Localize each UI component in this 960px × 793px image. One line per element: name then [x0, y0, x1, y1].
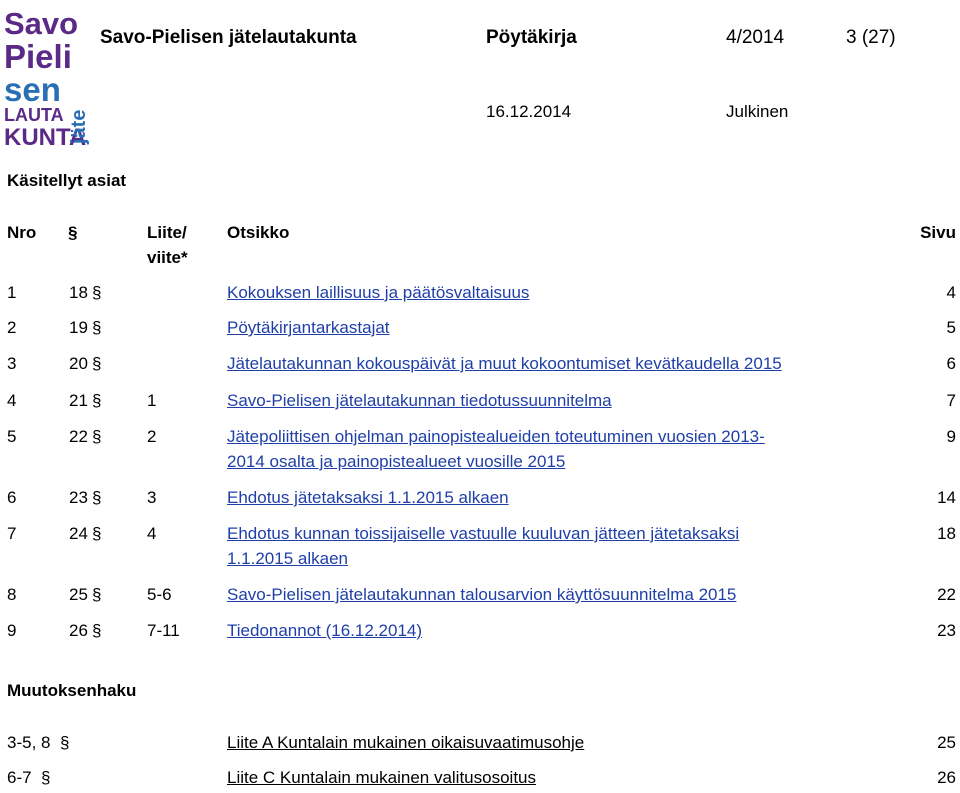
item-paragraph: 19 [69, 318, 88, 337]
item-number: 9 [7, 621, 17, 640]
table-row: 2 19 § Pöytäkirjantarkastajat 5 [0, 316, 960, 340]
publicity-status: Julkinen [726, 102, 789, 121]
appeal-page: 25 [937, 733, 956, 752]
logo-line-3: sen [4, 71, 61, 108]
paragraph-sign: § [92, 621, 102, 640]
page-count: 3 (27) [846, 27, 896, 48]
logo-line-2: Pieli [4, 38, 72, 75]
table-row: 5 22 § 2 Jätepoliittisen ohjelman painop… [0, 425, 960, 475]
item-paragraph: 20 [69, 354, 88, 373]
item-number: 4 [7, 391, 17, 410]
item-page: 9 [946, 427, 956, 446]
item-number: 5 [7, 427, 17, 446]
column-header-nro: Nro [7, 223, 37, 242]
table-row: 1 18 § Kokouksen laillisuus ja päätösval… [0, 281, 960, 305]
item-paragraph: 26 [69, 621, 88, 640]
section-heading-handled: Käsitellyt asiat [7, 171, 127, 190]
table-row: 4 21 § 1 Savo-Pielisen jätelautakunnan t… [0, 389, 960, 413]
item-number: 2 [7, 318, 17, 337]
paragraph-sign: § [92, 391, 102, 410]
item-title-link[interactable]: Ehdotus jätetaksaksi 1.1.2015 alkaen [227, 486, 509, 510]
item-title-link[interactable]: Jätelautakunnan kokouspäivät ja muut kok… [227, 352, 782, 376]
item-paragraph: 24 [69, 524, 88, 543]
appeal-ref: 3-5, 8 [7, 733, 51, 752]
document-type: Pöytäkirja [486, 27, 577, 48]
item-title-link-line-1[interactable]: Jätepoliittisen ohjelman painopistealuei… [227, 425, 765, 449]
item-title-link-line-2[interactable]: 1.1.2015 alkaen [227, 547, 348, 571]
item-paragraph: 25 [69, 585, 88, 604]
logo-line-1: Savo [4, 6, 78, 41]
item-page: 4 [946, 283, 956, 302]
table-row: 7 24 § 4 Ehdotus kunnan toissijaiselle v… [0, 522, 960, 572]
table-row: 6 23 § 3 Ehdotus jätetaksaksi 1.1.2015 a… [0, 486, 960, 510]
item-number: 7 [7, 524, 17, 543]
item-number: 1 [7, 283, 17, 302]
item-title-link-line-2[interactable]: 2014 osalta ja painopistealueet vuosille… [227, 450, 565, 474]
logo-line-4: LAUTA [4, 105, 64, 125]
item-title-link-line-1[interactable]: Ehdotus kunnan toissijaiselle vastuulle … [227, 522, 739, 546]
paragraph-sign: § [92, 488, 102, 507]
paragraph-sign: § [92, 585, 102, 604]
paragraph-sign: § [92, 427, 102, 446]
paragraph-sign: § [92, 524, 102, 543]
table-row: 8 25 § 5-6 Savo-Pielisen jätelautakunnan… [0, 583, 960, 607]
table-row: 9 26 § 7-11 Tiedonannot (16.12.2014) 23 [0, 619, 960, 643]
appeal-title-link[interactable]: Liite A Kuntalain mukainen oikaisuvaatim… [227, 731, 584, 755]
item-page: 23 [937, 621, 956, 640]
item-paragraph: 18 [69, 283, 88, 302]
list-item: 3-5, 8 § Liite A Kuntalain mukainen oika… [0, 731, 960, 755]
item-page: 6 [946, 354, 956, 373]
item-attachment: 7-11 [147, 621, 180, 640]
appeal-page: 26 [937, 768, 956, 787]
column-header-title: Otsikko [227, 223, 290, 242]
column-header-page: Sivu [920, 223, 956, 242]
item-title-link[interactable]: Kokouksen laillisuus ja päätösvaltaisuus [227, 281, 529, 305]
paragraph-sign: § [92, 283, 102, 302]
section-heading-appeals: Muutoksenhaku [7, 681, 137, 700]
item-page: 5 [946, 318, 956, 337]
paragraph-sign: § [41, 768, 51, 787]
meeting-date: 16.12.2014 [486, 102, 572, 121]
paragraph-sign: § [60, 733, 70, 752]
column-header-attachment: Liite/ viite* [147, 223, 188, 267]
item-number: 6 [7, 488, 17, 507]
item-title-link[interactable]: Savo-Pielisen jätelautakunnan tiedotussu… [227, 389, 612, 413]
item-page: 7 [946, 391, 956, 410]
logo-side-text: jäte [68, 110, 90, 145]
item-paragraph: 23 [69, 488, 88, 507]
item-attachment: 3 [147, 488, 157, 507]
item-attachment: 2 [147, 427, 157, 446]
item-attachment: 5-6 [147, 585, 172, 604]
appeal-title-link[interactable]: Liite C Kuntalain mukainen valitusosoitu… [227, 766, 536, 790]
table-row: 3 20 § Jätelautakunnan kokouspäivät ja m… [0, 352, 960, 376]
item-page: 14 [937, 488, 956, 507]
organization-name: Savo-Pielisen jätelautakunta [100, 27, 357, 48]
organization-logo: Savo Pieli sen LAUTA KUNTA jäte [4, 6, 90, 150]
item-title-link[interactable]: Pöytäkirjantarkastajat [227, 316, 390, 340]
paragraph-sign: § [92, 354, 102, 373]
column-header-paragraph: § [68, 223, 78, 242]
item-page: 22 [937, 585, 956, 604]
item-title-link[interactable]: Savo-Pielisen jätelautakunnan talousarvi… [227, 583, 736, 607]
item-page: 18 [937, 524, 956, 543]
item-title-link[interactable]: Tiedonannot (16.12.2014) [227, 619, 422, 643]
document-number: 4/2014 [726, 27, 785, 48]
paragraph-sign: § [92, 318, 102, 337]
item-attachment: 1 [147, 391, 157, 410]
item-number: 3 [7, 354, 17, 373]
list-item: 6-7 § Liite C Kuntalain mukainen valitus… [0, 766, 960, 790]
appeal-ref: 6-7 [7, 768, 32, 787]
item-attachment: 4 [147, 524, 157, 543]
item-number: 8 [7, 585, 17, 604]
item-paragraph: 21 [69, 391, 88, 410]
item-paragraph: 22 [69, 427, 88, 446]
